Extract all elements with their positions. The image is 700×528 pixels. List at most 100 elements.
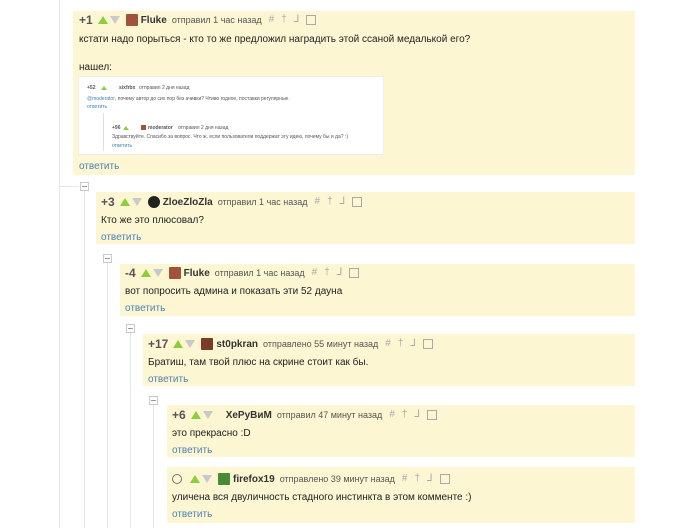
collapse-icon[interactable] <box>149 396 158 405</box>
comment-header: +3 ZloeZloZla отправил 1 час назад # † ⅃ <box>101 194 364 210</box>
save-icon[interactable] <box>352 197 363 207</box>
collapse-icon[interactable] <box>80 182 89 191</box>
hash-icon[interactable]: # <box>312 268 318 278</box>
save-icon[interactable] <box>306 15 317 25</box>
username[interactable]: firefox19 <box>233 474 275 485</box>
dagger-icon[interactable]: † <box>414 474 420 484</box>
username[interactable]: ХеРуВиМ <box>226 410 272 421</box>
branch-icon[interactable]: ⅃ <box>427 474 433 484</box>
comment-rating: +6 <box>172 408 186 422</box>
thread-line <box>103 113 104 151</box>
arrow-up-icon[interactable] <box>190 411 201 419</box>
branch-icon[interactable]: ⅃ <box>340 197 346 207</box>
reply-link[interactable]: ответить <box>125 303 165 314</box>
branch-icon[interactable]: ⅃ <box>294 15 300 25</box>
arrow-down-icon[interactable] <box>131 198 142 206</box>
avatar[interactable] <box>147 196 160 208</box>
mention-link: @moderator <box>87 96 115 102</box>
reply-link[interactable]: ответить <box>148 374 188 385</box>
collapse-icon[interactable] <box>103 254 112 263</box>
dagger-icon[interactable]: † <box>324 268 330 278</box>
comment-rating: +52 <box>87 85 96 91</box>
arrow-down-icon[interactable] <box>202 475 212 483</box>
arrow-up-icon <box>123 126 129 130</box>
dagger-icon[interactable]: † <box>281 15 287 25</box>
timestamp: отправил 2 дня назад <box>139 85 190 91</box>
comment-header: +17 st0pkran отправлено 55 минут назад #… <box>148 336 435 352</box>
avatar[interactable] <box>218 473 230 485</box>
hash-icon[interactable]: # <box>389 410 395 420</box>
timestamp[interactable]: отправлено 39 минут назад <box>280 474 395 484</box>
thread-line <box>130 328 131 528</box>
username[interactable]: Fluke <box>141 15 167 26</box>
timestamp[interactable]: отправил 1 час назад <box>172 15 262 25</box>
branch-icon[interactable]: ⅃ <box>414 410 420 420</box>
comment-text: , почему автор до сих пор без ачивки? Чт… <box>115 96 290 102</box>
comment-rating: +1 <box>79 13 93 27</box>
timestamp: отправил 2 дня назад <box>178 125 229 131</box>
save-icon[interactable] <box>427 410 438 420</box>
username: moderator <box>148 125 173 131</box>
thread-line <box>153 400 154 528</box>
arrow-up-icon <box>101 86 107 90</box>
avatar[interactable] <box>168 267 181 279</box>
avatar[interactable] <box>125 14 138 26</box>
timestamp[interactable]: отправлено 55 минут назад <box>263 339 378 349</box>
save-icon[interactable] <box>439 474 450 484</box>
thread-line <box>59 186 79 187</box>
username[interactable]: st0pkran <box>216 339 258 350</box>
comment-text: кстати надо порыться - кто то же предлож… <box>79 34 471 45</box>
username[interactable]: Fluke <box>184 268 210 279</box>
arrow-up-icon[interactable] <box>119 198 130 206</box>
collapse-icon[interactable] <box>126 324 135 333</box>
arrow-down-icon[interactable] <box>109 16 120 24</box>
reply-link: ответить <box>87 104 108 110</box>
branch-icon[interactable]: ⅃ <box>337 268 343 278</box>
dagger-icon[interactable]: † <box>327 197 333 207</box>
avatar <box>141 125 146 130</box>
dagger-icon[interactable]: † <box>398 339 404 349</box>
thread-line <box>84 186 85 528</box>
comment-text: уличена вся двуличность стадного инстинк… <box>172 492 472 503</box>
reply-link[interactable]: ответить <box>79 161 119 172</box>
save-icon[interactable] <box>349 268 360 278</box>
timestamp[interactable]: отправил 47 минут назад <box>277 410 382 420</box>
arrow-up-icon[interactable] <box>97 16 108 24</box>
branch-icon[interactable]: ⅃ <box>410 339 416 349</box>
comment-text: Кто же это плюсовал? <box>101 215 204 226</box>
embedded-screenshot[interactable]: +52 sixfrbx отправил 2 дня назад @modera… <box>78 76 384 155</box>
comment-header: +1 Fluke отправил 1 час назад # † ⅃ <box>79 12 318 28</box>
arrow-down-icon[interactable] <box>152 269 163 277</box>
arrow-down-icon[interactable] <box>202 411 213 419</box>
comment-text: это прекрасно :D <box>172 428 251 439</box>
username[interactable]: ZloeZloZla <box>163 197 213 208</box>
reply-link[interactable]: ответить <box>172 509 212 520</box>
dagger-icon[interactable]: † <box>402 410 408 420</box>
hash-icon[interactable]: # <box>269 15 275 25</box>
avatar[interactable] <box>201 338 214 350</box>
comment-text: нашел: <box>79 62 112 73</box>
arrow-up-icon[interactable] <box>190 475 200 483</box>
clock-icon <box>172 474 182 484</box>
save-icon[interactable] <box>422 339 433 349</box>
hash-icon[interactable]: # <box>385 339 391 349</box>
comment-header: +6 ХеРуВиМ отправил 47 минут назад # † ⅃ <box>172 407 439 423</box>
arrow-up-icon[interactable] <box>140 269 151 277</box>
hash-icon[interactable]: # <box>315 197 321 207</box>
comment-text: вот попросить админа и показать эти 52 д… <box>125 286 343 297</box>
arrow-up-icon[interactable] <box>173 340 184 348</box>
username: sixfrbx <box>119 85 136 91</box>
avatar[interactable] <box>219 409 223 421</box>
timestamp[interactable]: отправил 1 час назад <box>215 268 305 278</box>
timestamp[interactable]: отправил 1 час назад <box>218 197 308 207</box>
comment-rating: +17 <box>148 337 169 351</box>
comment-text: Братиш, там твой плюс на скрине стоит ка… <box>148 357 369 368</box>
comment-text: Здравствуйте. Спасибо за вопрос. Что ж, … <box>112 134 348 140</box>
thread-line <box>59 0 60 528</box>
thread-line <box>107 258 108 528</box>
reply-link[interactable]: ответить <box>101 232 141 243</box>
comment-rating: +96 <box>112 125 121 131</box>
hash-icon[interactable]: # <box>402 474 408 484</box>
reply-link[interactable]: ответить <box>172 445 212 456</box>
arrow-down-icon[interactable] <box>185 340 196 348</box>
